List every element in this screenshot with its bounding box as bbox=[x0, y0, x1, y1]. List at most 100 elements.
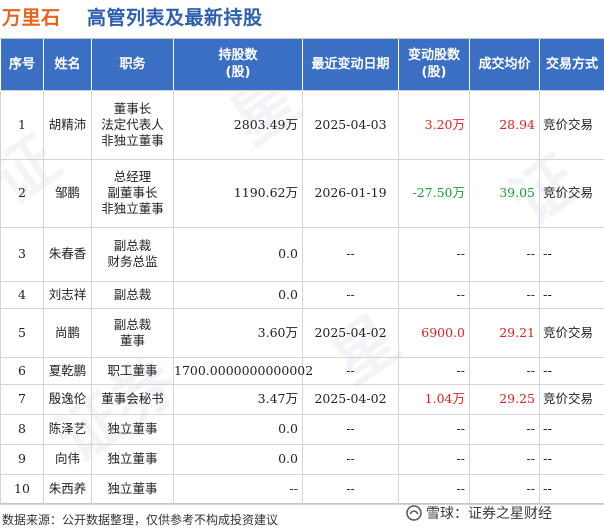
table-row: 3 朱春香 副总裁 财务总监 0.0 -- -- -- -- bbox=[0, 226, 604, 282]
cell-method: 竞价交易 bbox=[539, 89, 604, 160]
title-bar: 万里石 高管列表及最新持股 bbox=[0, 0, 604, 32]
cell-method: -- bbox=[539, 280, 604, 309]
table-row: 9 向伟 独立董事 0.0 -- -- -- -- bbox=[0, 443, 604, 475]
table-row: 6 夏乾鹏 职工董事 1700.0000000000002 -- -- -- -- bbox=[0, 356, 604, 385]
cell-method: 竞价交易 bbox=[539, 158, 604, 228]
role-line: 财务总监 bbox=[107, 254, 158, 269]
cell-date: -- bbox=[302, 226, 399, 282]
table-row: 8 陈泽艺 独立董事 0.0 -- -- -- -- bbox=[0, 413, 604, 445]
role-line: 董事长 bbox=[113, 100, 152, 116]
cell-price: -- bbox=[469, 413, 540, 445]
cell-role: 总经理 副董事长 非独立董事 bbox=[91, 158, 174, 228]
header-name: 姓名 bbox=[43, 39, 92, 90]
brand-text: 雪球：证券之星财经 bbox=[426, 506, 552, 522]
cell-shares: 2803.49万 bbox=[173, 89, 303, 160]
cell-shares: 0.0 bbox=[173, 443, 303, 475]
cell-price: 28.94 bbox=[469, 89, 540, 160]
role-line: 董事 bbox=[119, 332, 145, 348]
table-row: 2 邹鹏 总经理 副董事长 非独立董事 1190.62万 2026-01-19 -27.50万… bbox=[0, 158, 604, 228]
cell-role: 董事长 法定代表人 非独立董事 bbox=[91, 89, 174, 160]
cell-change: -- bbox=[398, 473, 470, 505]
cell-date: 2025-04-03 bbox=[302, 89, 399, 160]
cell-date: -- bbox=[302, 443, 399, 475]
cell-method: -- bbox=[539, 226, 604, 282]
cell-no: 5 bbox=[0, 307, 44, 358]
company-name: 万里石 bbox=[2, 7, 61, 29]
data-source-note: 数据来源：公开数据整理，仅供参考不构成投资建议 bbox=[2, 513, 279, 527]
cell-no: 2 bbox=[0, 158, 44, 228]
cell-no: 3 bbox=[0, 226, 44, 282]
cell-name: 殷逸伦 bbox=[43, 383, 92, 415]
cell-method: -- bbox=[539, 356, 604, 385]
cell-price: -- bbox=[469, 473, 540, 505]
table-body: 1 胡精沛 董事长 法定代表人 非独立董事 2803.49万 2025-04-03 3.20万… bbox=[0, 89, 604, 505]
cell-name: 胡精沛 bbox=[43, 89, 92, 160]
cell-change: 1.04万 bbox=[398, 383, 470, 415]
header-price: 成交均价 bbox=[469, 39, 540, 90]
cell-method: 竞价交易 bbox=[539, 307, 604, 358]
header-role: 职务 bbox=[91, 39, 174, 90]
cell-shares: 0.0 bbox=[173, 413, 303, 445]
role-line: 非独立董事 bbox=[101, 132, 164, 148]
cell-name: 朱春香 bbox=[43, 226, 92, 282]
cell-price: 29.21 bbox=[469, 307, 540, 358]
cell-date: -- bbox=[302, 280, 399, 309]
cell-method: -- bbox=[539, 473, 604, 505]
cell-role: 副总裁 财务总监 bbox=[91, 226, 174, 282]
cell-shares: 3.60万 bbox=[173, 307, 303, 358]
table-header-row: 序号 姓名 职务 持股数 (股) 最近变动日期 变动股数 (股) 成交均价 交易方式 bbox=[0, 39, 604, 90]
cell-name: 刘志祥 bbox=[43, 280, 92, 309]
role-line: 独立董事 bbox=[107, 421, 158, 436]
cell-no: 4 bbox=[0, 280, 44, 309]
cell-change: 6900.0 bbox=[398, 307, 470, 358]
cell-role: 董事会秘书 bbox=[91, 383, 174, 415]
cell-shares: 3.47万 bbox=[173, 383, 303, 415]
snowball-icon bbox=[406, 505, 422, 521]
cell-name: 向伟 bbox=[43, 443, 92, 475]
header-change: 变动股数 (股) bbox=[398, 39, 470, 90]
header-date: 最近变动日期 bbox=[302, 39, 399, 90]
cell-no: 7 bbox=[0, 383, 44, 415]
table-row: 7 殷逸伦 董事会秘书 3.47万 2025-04-02 1.04万 29.25 竞价交易 bbox=[0, 383, 604, 415]
table-row: 1 胡精沛 董事长 法定代表人 非独立董事 2803.49万 2025-04-03 3.20万… bbox=[0, 89, 604, 160]
cell-change: 3.20万 bbox=[398, 89, 470, 160]
cell-change: -- bbox=[398, 226, 470, 282]
cell-no: 10 bbox=[0, 473, 44, 505]
executive-table-container: 序号 姓名 职务 持股数 (股) 最近变动日期 变动股数 (股) 成交均价 交易方式 1 胡精沛 董事… bbox=[0, 38, 604, 505]
cell-no: 6 bbox=[0, 356, 44, 385]
cell-shares: 0.0 bbox=[173, 226, 303, 282]
cell-name: 陈泽艺 bbox=[43, 413, 92, 445]
cell-role: 副总裁 bbox=[91, 280, 174, 309]
cell-price: -- bbox=[469, 356, 540, 385]
cell-shares: 1700.0000000000002 bbox=[173, 356, 313, 385]
role-line: 职工董事 bbox=[107, 362, 158, 378]
cell-name: 邹鹏 bbox=[43, 158, 92, 228]
cell-role: 职工董事 bbox=[91, 356, 174, 385]
cell-price: -- bbox=[469, 280, 540, 309]
role-line: 非独立董事 bbox=[101, 201, 164, 216]
cell-no: 1 bbox=[0, 89, 44, 160]
role-line: 副总裁 bbox=[113, 316, 152, 332]
role-line: 独立董事 bbox=[107, 451, 158, 466]
table-row: 5 尚鹏 副总裁 董事 3.60万 2025-04-02 6900.0 29.21 竞价交易 bbox=[0, 307, 604, 358]
cell-date: -- bbox=[302, 413, 399, 445]
cell-no: 9 bbox=[0, 443, 44, 475]
brand-watermark: 雪球：证券之星财经 bbox=[406, 503, 552, 523]
cell-change: -- bbox=[398, 413, 470, 445]
cell-price: 39.05 bbox=[469, 158, 540, 228]
header-no: 序号 bbox=[0, 39, 44, 90]
role-line: 副董事长 bbox=[107, 185, 158, 200]
cell-date: -- bbox=[302, 473, 399, 505]
cell-change: -- bbox=[398, 280, 470, 309]
role-line: 总经理 bbox=[113, 169, 152, 184]
role-line: 法定代表人 bbox=[101, 116, 164, 132]
header-method: 交易方式 bbox=[539, 39, 604, 90]
header-shares: 持股数 (股) bbox=[173, 39, 303, 90]
role-line: 副总裁 bbox=[113, 286, 152, 302]
cell-method: -- bbox=[539, 413, 604, 445]
cell-date: -- bbox=[302, 356, 399, 385]
cell-date: 2025-04-02 bbox=[302, 383, 399, 415]
executive-table: 序号 姓名 职务 持股数 (股) 最近变动日期 变动股数 (股) 成交均价 交易方式 1 胡精沛 董事… bbox=[0, 39, 604, 505]
cell-name: 尚鹏 bbox=[43, 307, 92, 358]
cell-price: 29.25 bbox=[469, 383, 540, 415]
